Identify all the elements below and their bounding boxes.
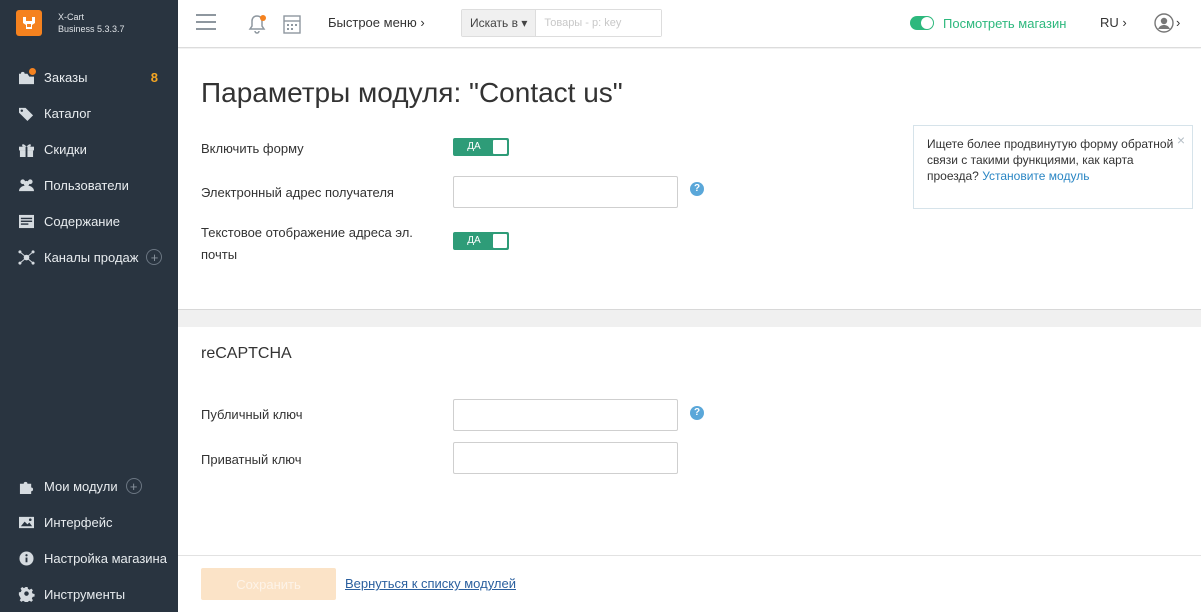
gear-icon [16,586,36,602]
logo-title: X-Cart [58,12,85,22]
promo-notice: Ищете более продвинутую форму обратной с… [913,125,1193,209]
recaptcha-section-title: reCAPTCHA [201,345,292,362]
menu-icon[interactable] [196,14,216,30]
notification-dot [260,15,266,21]
module-settings-page: Параметры модуля: "Contact us" Включить … [178,49,1201,612]
info-icon [16,550,36,566]
sidebar-item-users[interactable]: Пользователи [0,167,178,203]
public-key-label: Публичный ключ [201,407,303,422]
top-bar: Быстрое меню › Искать в ▾ Посмотреть маг… [178,0,1201,48]
sidebar-item-label: Скидки [44,141,87,157]
private-key-input[interactable] [453,442,678,474]
sidebar-item-label: Каталог [44,105,92,121]
sidebar-item-label: Содержание [44,213,120,229]
xcart-logo-icon [16,10,42,36]
toggle-on-text: ДА [467,235,481,246]
logo-block[interactable]: X-Cart Business 5.3.3.7 [0,0,178,46]
text-email-toggle[interactable]: ДА [453,232,509,250]
sidebar-item-interface[interactable]: Интерфейс [0,504,178,540]
orders-count-badge: 8 [150,69,158,85]
help-icon[interactable]: ? [690,182,704,196]
content-icon [16,213,36,229]
image-icon [16,514,36,530]
sidebar-item-label: Интерфейс [44,514,113,530]
toggle-knob [493,234,507,248]
enable-form-label: Включить форму [201,141,304,156]
user-menu-chevron[interactable]: › [1176,15,1180,30]
sidebar-item-tools[interactable]: Инструменты [0,576,178,612]
sales-channels-icon [16,249,36,265]
toggle-on-text: ДА [467,141,481,152]
sidebar-item-my-modules[interactable]: Мои модули + [0,468,178,504]
sidebar: X-Cart Business 5.3.3.7 Заказы 8 Каталог… [0,0,178,612]
text-email-label-line1: Текстовое отображение адреса эл. [201,225,413,240]
recipient-email-label: Электронный адрес получателя [201,185,394,200]
sidebar-item-catalog[interactable]: Каталог [0,95,178,131]
logo-text: X-Cart Business 5.3.3.7 [58,11,125,35]
calendar-icon[interactable] [282,13,302,35]
text-email-label-line2: почты [201,247,238,262]
text-email-label: Текстовое отображение адреса эл. почты [201,222,413,266]
store-status-toggle[interactable] [910,16,934,30]
toggle-knob [493,140,507,154]
help-icon[interactable]: ? [690,406,704,420]
save-button[interactable]: Сохранить [201,568,336,600]
section-divider [178,309,1201,327]
public-key-input[interactable] [453,399,678,431]
add-sales-channel-button[interactable]: + [146,249,163,265]
recipient-email-input[interactable] [453,176,678,208]
form-footer: Сохранить Вернуться к списку модулей [178,555,1201,612]
view-store-link[interactable]: Посмотреть магазин [943,16,1066,31]
sidebar-item-store-setup[interactable]: Настройка магазина [0,540,178,576]
page-title: Параметры модуля: "Contact us" [201,77,623,108]
private-key-label: Приватный ключ [201,452,302,467]
sidebar-item-orders[interactable]: Заказы 8 [0,59,178,95]
sidebar-item-sales-channels[interactable]: Каналы продаж + [0,239,178,275]
sidebar-item-label: Заказы [44,69,88,85]
language-selector[interactable]: RU › [1100,15,1127,30]
sidebar-item-label: Пользователи [44,177,129,193]
users-icon [16,177,36,193]
orders-icon [16,68,36,85]
sidebar-item-label: Инструменты [44,586,126,602]
sidebar-item-label: Каналы продаж [44,249,139,265]
sidebar-item-label: Мои модули [44,478,118,494]
puzzle-icon [16,478,36,494]
add-module-button[interactable]: + [125,478,142,494]
close-icon[interactable]: × [1177,132,1185,148]
search-scope-dropdown[interactable]: Искать в ▾ [462,10,537,36]
gift-icon [16,141,36,157]
tags-icon [16,105,36,121]
logo-version: Business 5.3.3.7 [58,24,125,34]
user-avatar-icon[interactable] [1154,13,1174,33]
install-module-link[interactable]: Установите модуль [982,169,1089,183]
bell-icon[interactable] [246,13,268,35]
back-to-modules-link[interactable]: Вернуться к списку модулей [345,576,516,591]
notification-dot [29,68,36,75]
sidebar-item-discounts[interactable]: Скидки [0,131,178,167]
sidebar-item-content[interactable]: Содержание [0,203,178,239]
search-input[interactable] [536,10,662,36]
search-box: Искать в ▾ [461,9,663,37]
quick-menu-button[interactable]: Быстрое меню › [328,15,425,30]
enable-form-toggle[interactable]: ДА [453,138,509,156]
sidebar-item-label: Настройка магазина [44,550,167,566]
